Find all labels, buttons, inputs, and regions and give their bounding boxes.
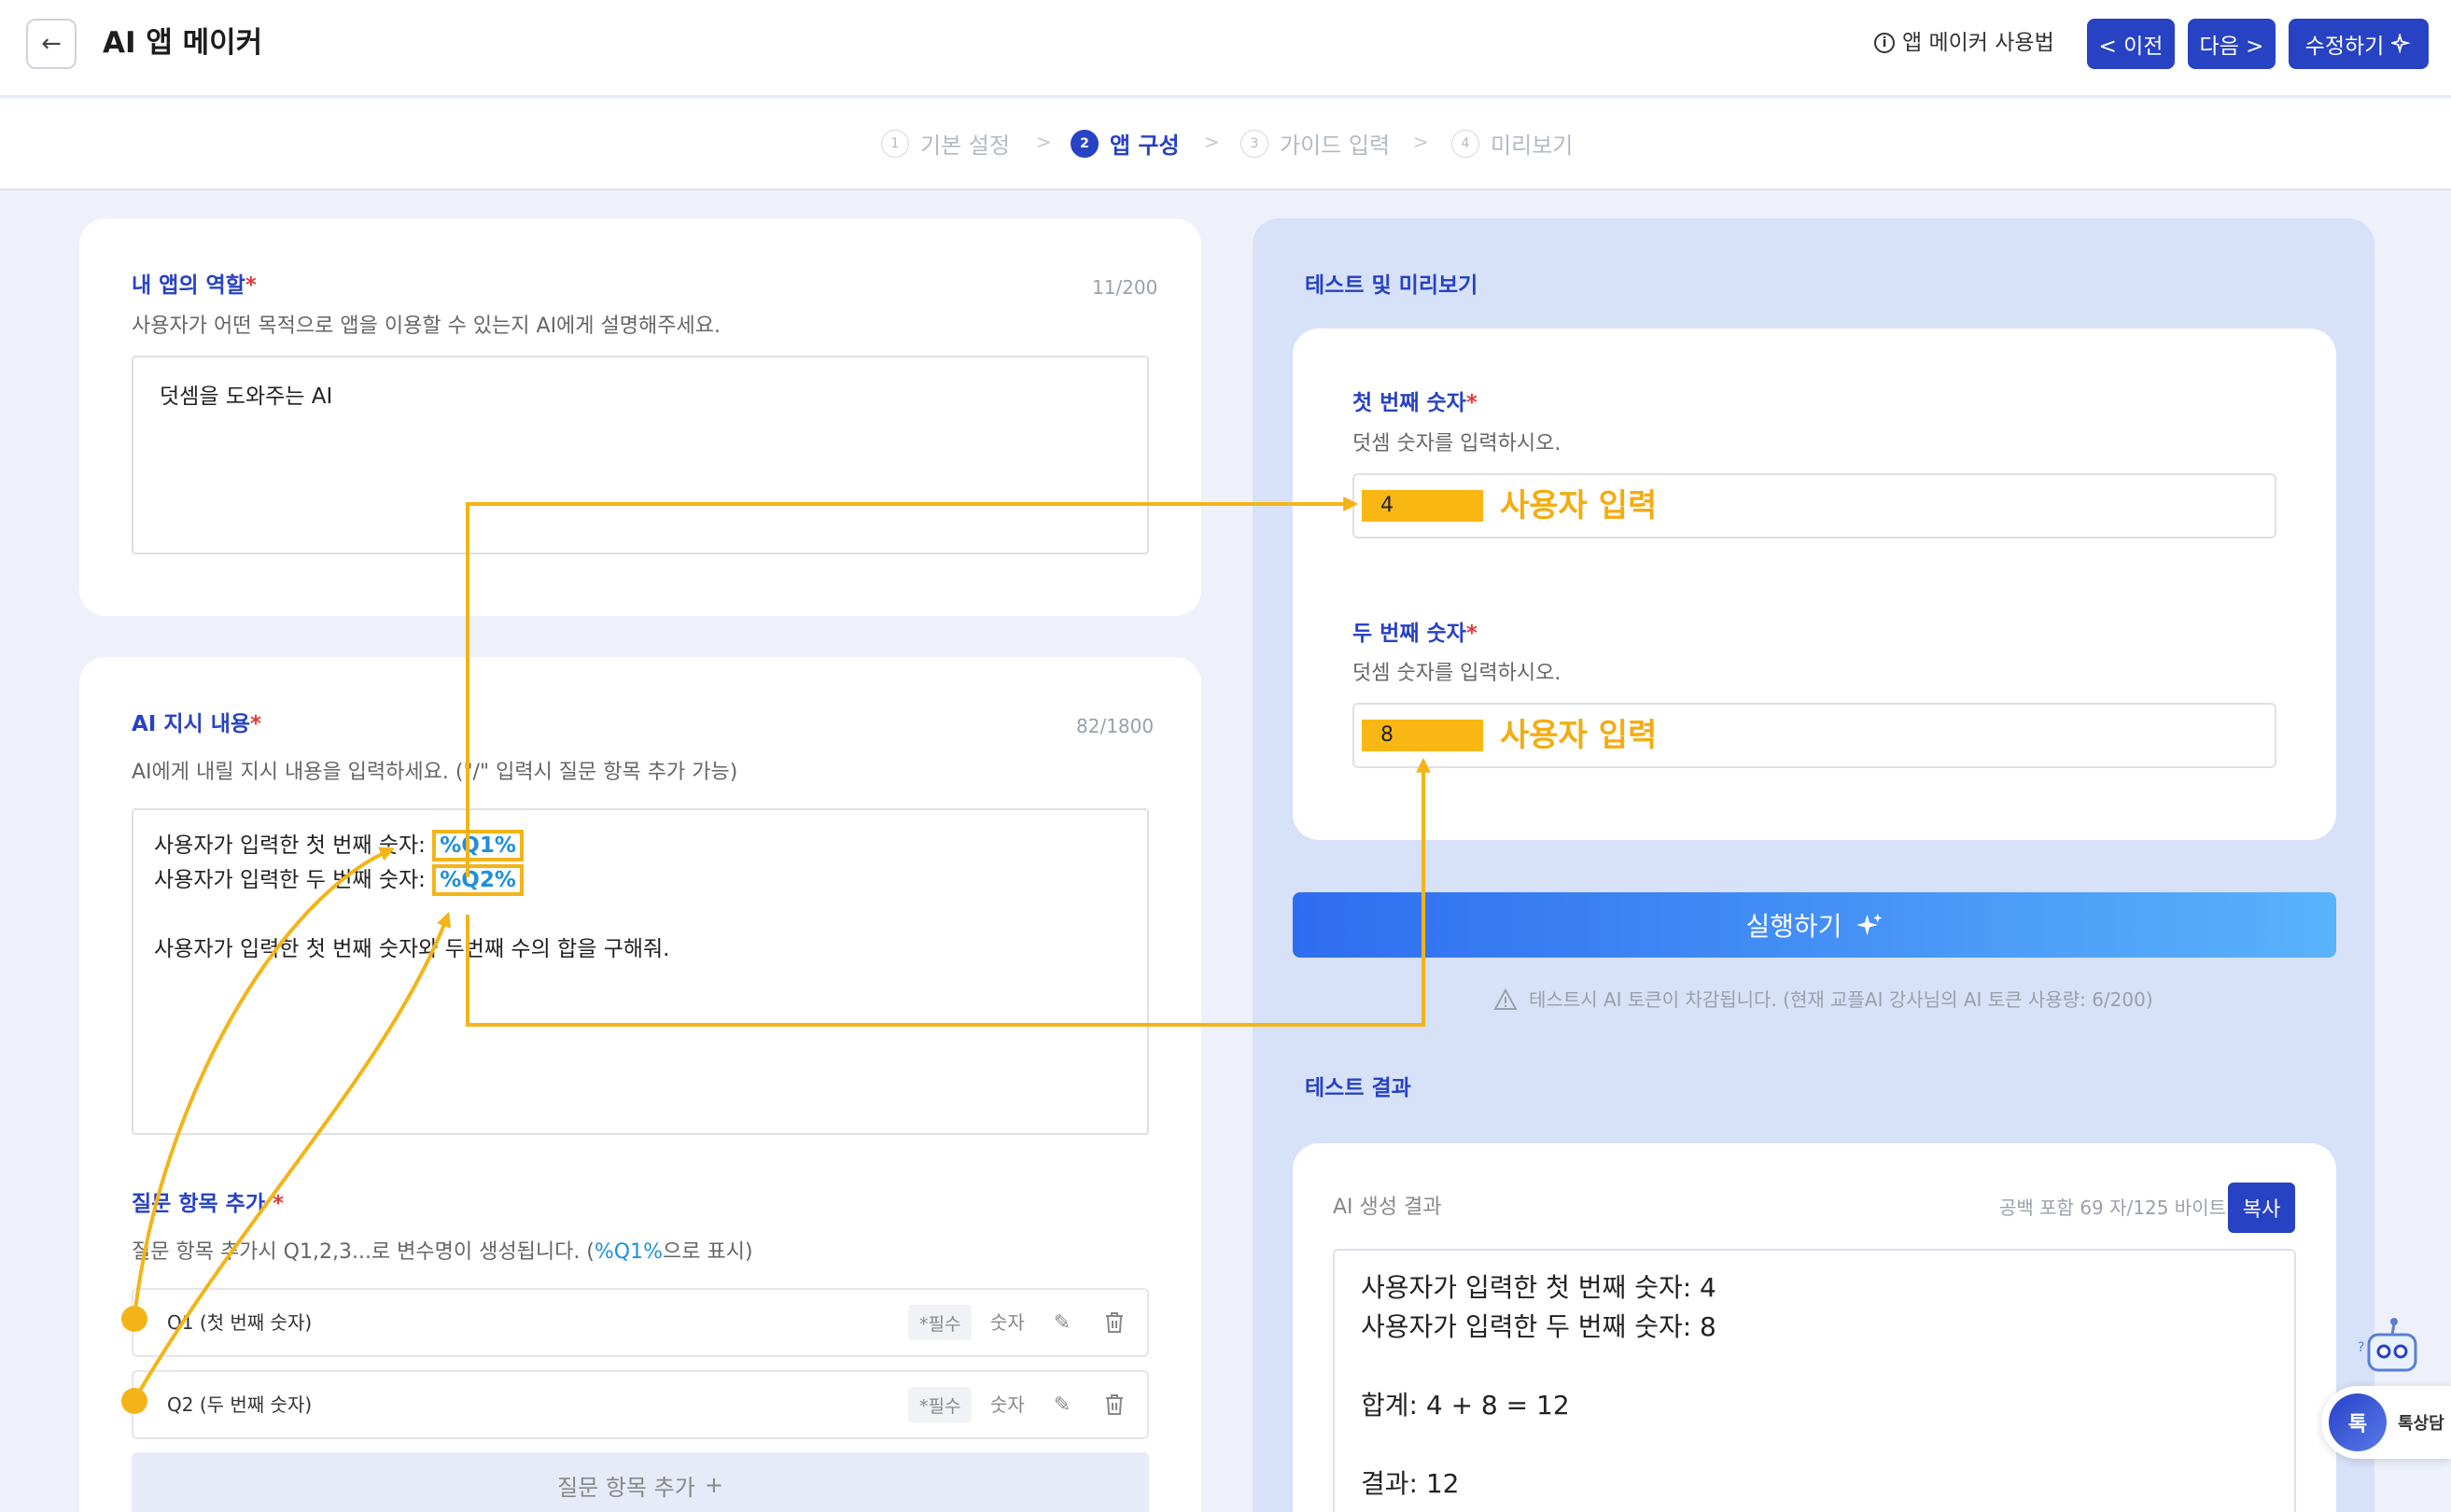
- step-guide-input[interactable]: 3 가이드 입력: [1240, 127, 1390, 160]
- warning-icon: [1493, 988, 1518, 1010]
- back-button[interactable]: ←: [26, 19, 77, 69]
- step-label: 앱 구성: [1110, 133, 1180, 159]
- questions-description: 질문 항목 추가시 Q1,2,3...로 변수명이 생성됩니다. (%Q1%으로…: [132, 1240, 753, 1264]
- step-preview[interactable]: 4 미리보기: [1451, 127, 1573, 160]
- required-badge: *필수: [908, 1387, 973, 1422]
- add-question-button[interactable]: 질문 항목 추가 +: [132, 1452, 1149, 1512]
- first-number-value: 4: [1362, 490, 1483, 522]
- step-label: 가이드 입력: [1280, 133, 1391, 159]
- question-label: Q1 (첫 번째 숫자): [167, 1311, 313, 1334]
- sparkle-icon: [2391, 34, 2412, 54]
- prev-button[interactable]: < 이전: [2087, 19, 2175, 69]
- instructions-textarea[interactable]: 사용자가 입력한 첫 번째 숫자: %Q1% 사용자가 입력한 두 번째 숫자:…: [132, 808, 1149, 1135]
- field-1-label: 첫 번째 숫자*: [1352, 391, 1478, 415]
- info-icon: i: [1874, 33, 1895, 53]
- edit-label: 수정하기: [2304, 35, 2385, 59]
- role-description: 사용자가 어떤 목적으로 앱을 이용할 수 있는지 AI에게 설명해주세요.: [132, 315, 721, 338]
- step-app-config[interactable]: 2 앱 구성: [1071, 127, 1180, 160]
- instruction-line-2: 사용자가 입력한 두 번째 숫자: %Q2%: [154, 863, 524, 898]
- field-1-description: 덧셈 숫자를 입력하시오.: [1352, 432, 1562, 455]
- add-question-label: 질문 항목 추가: [557, 1474, 695, 1501]
- role-value: 덧셈을 도와주는 AI: [160, 385, 333, 409]
- result-card-label: AI 생성 결과: [1333, 1196, 1442, 1219]
- question-type: 숫자: [990, 1393, 1025, 1416]
- howto-link[interactable]: i 앱 메이커 사용법: [1874, 28, 2054, 58]
- step-number: 2: [1071, 129, 1099, 158]
- question-label: Q2 (두 번째 숫자): [167, 1393, 313, 1416]
- token-warning: 테스트시 AI 토큰이 차감됩니다. (현재 교플AI 강사님의 AI 토큰 사…: [1493, 986, 2153, 1014]
- user-input-annotation: 사용자 입력: [1500, 717, 1658, 754]
- result-title: 테스트 결과: [1305, 1076, 1411, 1100]
- trash-icon[interactable]: [1099, 1389, 1130, 1421]
- field-2-description: 덧셈 숫자를 입력하시오.: [1352, 662, 1562, 685]
- copy-label: 복사: [2242, 1198, 2281, 1222]
- instructions-counter: 82/1800: [1076, 715, 1155, 737]
- chat-label: 톡상담: [2398, 1414, 2444, 1434]
- byte-count: 공백 포함 69 자/125 바이트: [1999, 1197, 2226, 1219]
- robot-icon: ?: [2352, 1314, 2427, 1389]
- second-number-input[interactable]: 8 사용자 입력: [1352, 703, 2276, 768]
- instruction-line-1: 사용자가 입력한 첫 번째 숫자: %Q1%: [154, 829, 524, 863]
- prev-label: < 이전: [2098, 35, 2164, 59]
- result-line: 합계: 4 + 8 = 12: [1361, 1390, 1570, 1421]
- chevron-right-icon: >: [1036, 131, 1052, 153]
- questions-title: 질문 항목 추가 *: [132, 1192, 285, 1216]
- instructions-title: AI 지시 내용*: [132, 712, 262, 736]
- edit-icon[interactable]: ✎: [1046, 1389, 1078, 1421]
- step-label: 미리보기: [1491, 133, 1574, 159]
- result-output: 사용자가 입력한 첫 번째 숫자: 4 사용자가 입력한 두 번째 숫자: 8 …: [1333, 1249, 2296, 1512]
- chat-consult-button[interactable]: 톡 톡상담: [2321, 1386, 2451, 1459]
- first-number-input[interactable]: 4 사용자 입력: [1352, 473, 2276, 539]
- sparkle-icon: [1856, 913, 1883, 936]
- instructions-description: AI에게 내릴 지시 내용을 입력하세요. ("/" 입력시 질문 항목 추가 …: [132, 761, 738, 784]
- warning-text: 테스트시 AI 토큰이 차감됩니다. (현재 교플AI 강사님의 AI 토큰 사…: [1529, 988, 2153, 1011]
- result-line: 결과: 12: [1361, 1468, 1460, 1499]
- next-label: 다음 >: [2199, 35, 2264, 59]
- edit-icon[interactable]: ✎: [1046, 1307, 1078, 1338]
- page-title: AI 앱 메이커: [103, 26, 263, 60]
- chevron-right-icon: >: [1204, 131, 1220, 153]
- result-line: 사용자가 입력한 두 번째 숫자: 8: [1361, 1311, 1716, 1342]
- required-badge: *필수: [908, 1305, 973, 1340]
- edit-button[interactable]: 수정하기: [2289, 19, 2429, 69]
- stepper: [0, 99, 2451, 190]
- step-number: 1: [881, 129, 909, 158]
- next-button[interactable]: 다음 >: [2188, 19, 2276, 69]
- role-title: 내 앱의 역할*: [132, 273, 257, 298]
- preview-title: 테스트 및 미리보기: [1305, 273, 1478, 298]
- trash-icon[interactable]: [1099, 1307, 1130, 1338]
- question-type: 숫자: [990, 1311, 1025, 1334]
- run-label: 실행하기: [1745, 911, 1842, 942]
- step-basic-settings[interactable]: 1 기본 설정: [881, 127, 1010, 160]
- arrow-left-icon: ←: [41, 30, 62, 58]
- chevron-right-icon: >: [1413, 131, 1429, 153]
- question-row-q2[interactable]: Q2 (두 번째 숫자) *필수 숫자 ✎: [132, 1370, 1149, 1439]
- run-button[interactable]: 실행하기: [1293, 892, 2336, 958]
- step-number: 4: [1451, 129, 1479, 158]
- role-counter: 11/200: [1092, 276, 1158, 299]
- howto-label: 앱 메이커 사용법: [1902, 31, 2054, 55]
- question-row-q1[interactable]: Q1 (첫 번째 숫자) *필수 숫자 ✎: [132, 1288, 1149, 1357]
- chat-icon: 톡: [2329, 1393, 2387, 1451]
- variable-q1: %Q1%: [432, 830, 524, 861]
- variable-q2: %Q2%: [432, 864, 524, 896]
- step-number: 3: [1240, 129, 1268, 158]
- top-header: [0, 0, 2451, 97]
- result-line: 사용자가 입력한 첫 번째 숫자: 4: [1361, 1272, 1716, 1303]
- svg-text:?: ?: [2358, 1340, 2364, 1355]
- step-label: 기본 설정: [920, 133, 1010, 159]
- copy-button[interactable]: 복사: [2228, 1183, 2295, 1233]
- role-textarea[interactable]: 덧셈을 도와주는 AI: [132, 356, 1149, 554]
- instruction-line-3: 사용자가 입력한 첫 번째 숫자와 두번째 수의 합을 구해줘.: [154, 937, 670, 961]
- second-number-value: 8: [1362, 720, 1483, 751]
- plus-icon: +: [704, 1472, 723, 1498]
- field-2-label: 두 번째 숫자*: [1352, 622, 1478, 646]
- user-input-annotation: 사용자 입력: [1500, 487, 1658, 525]
